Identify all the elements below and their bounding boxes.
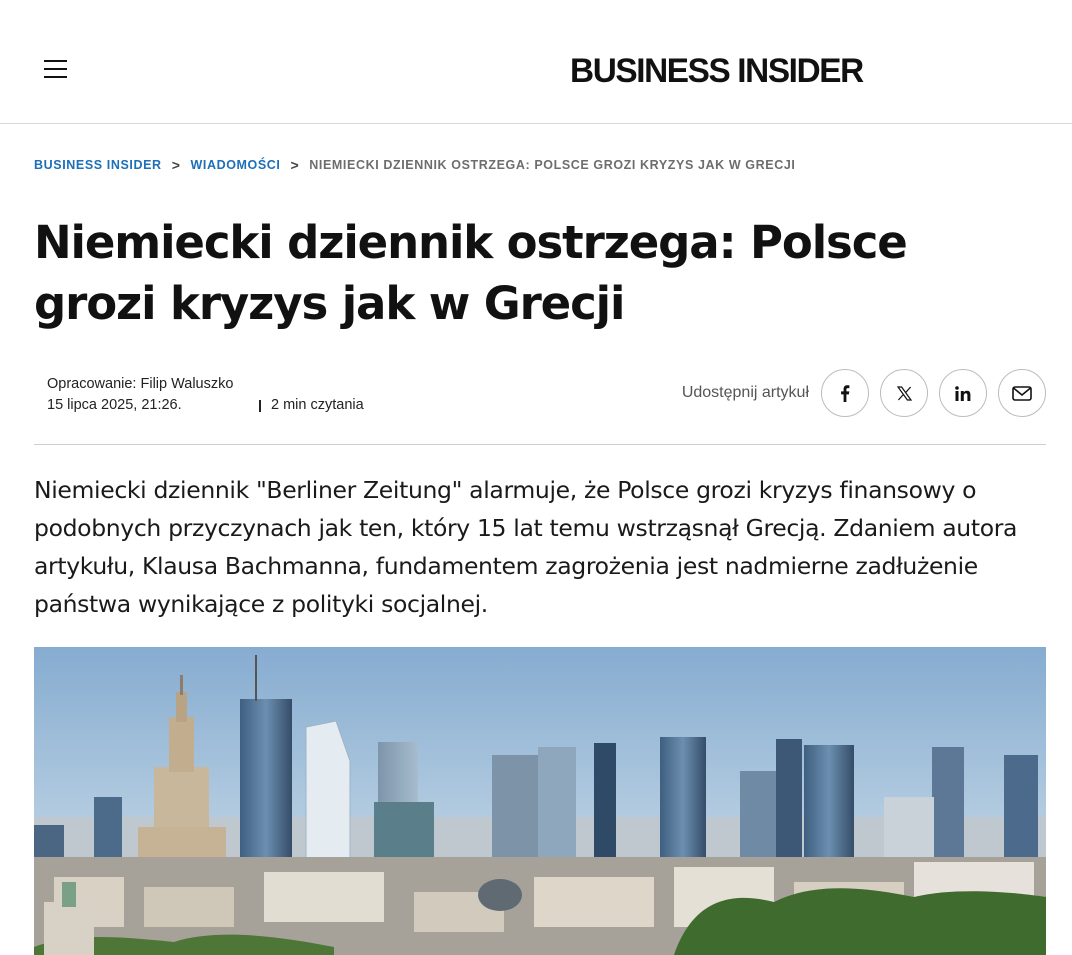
site-logo[interactable]: BUSINESS INSIDER (570, 52, 864, 91)
warsaw-skyline-image (34, 647, 1046, 955)
article-title: Niemiecki dziennik ostrzega: Polsce groz… (34, 216, 908, 330)
breadcrumb-item-section[interactable]: WIADOMOŚCI (190, 158, 280, 172)
meta-divider (259, 400, 261, 412)
chevron-right-icon: > (171, 157, 181, 173)
x-icon (896, 385, 912, 401)
chevron-right-icon: > (290, 157, 300, 173)
meta-divider-line (34, 444, 1046, 445)
breadcrumb-item-home[interactable]: BUSINESS INSIDER (34, 158, 162, 172)
article-meta: Opracowanie: Filip Waluszko 15 lipca 202… (47, 376, 364, 413)
article-hero-image (34, 647, 1046, 955)
article-author: Opracowanie: Filip Waluszko (47, 376, 234, 392)
article-date: 15 lipca 2025, 21:26. (47, 397, 182, 413)
hamburger-menu-icon[interactable] (40, 56, 72, 84)
linkedin-icon (955, 385, 971, 401)
facebook-icon (841, 384, 850, 402)
share-label: Udostępnij artykuł (681, 384, 809, 401)
breadcrumb: BUSINESS INSIDER > WIADOMOŚCI > NIEMIECK… (34, 157, 795, 173)
mail-icon (1012, 385, 1032, 401)
share-bar: Udostępnij artykuł (682, 369, 1046, 417)
share-x-button[interactable] (880, 369, 928, 417)
article-lead: Niemiecki dziennik "Berliner Zeitung" al… (34, 476, 1018, 618)
share-mail-button[interactable] (998, 369, 1046, 417)
breadcrumb-item-current: NIEMIECKI DZIENNIK OSTRZEGA: POLSCE GROZ… (309, 158, 796, 172)
article-read-time: 2 min czytania (271, 397, 364, 413)
share-facebook-button[interactable] (821, 369, 869, 417)
site-header: BUSINESS INSIDER (0, 0, 1072, 124)
share-linkedin-button[interactable] (939, 369, 987, 417)
